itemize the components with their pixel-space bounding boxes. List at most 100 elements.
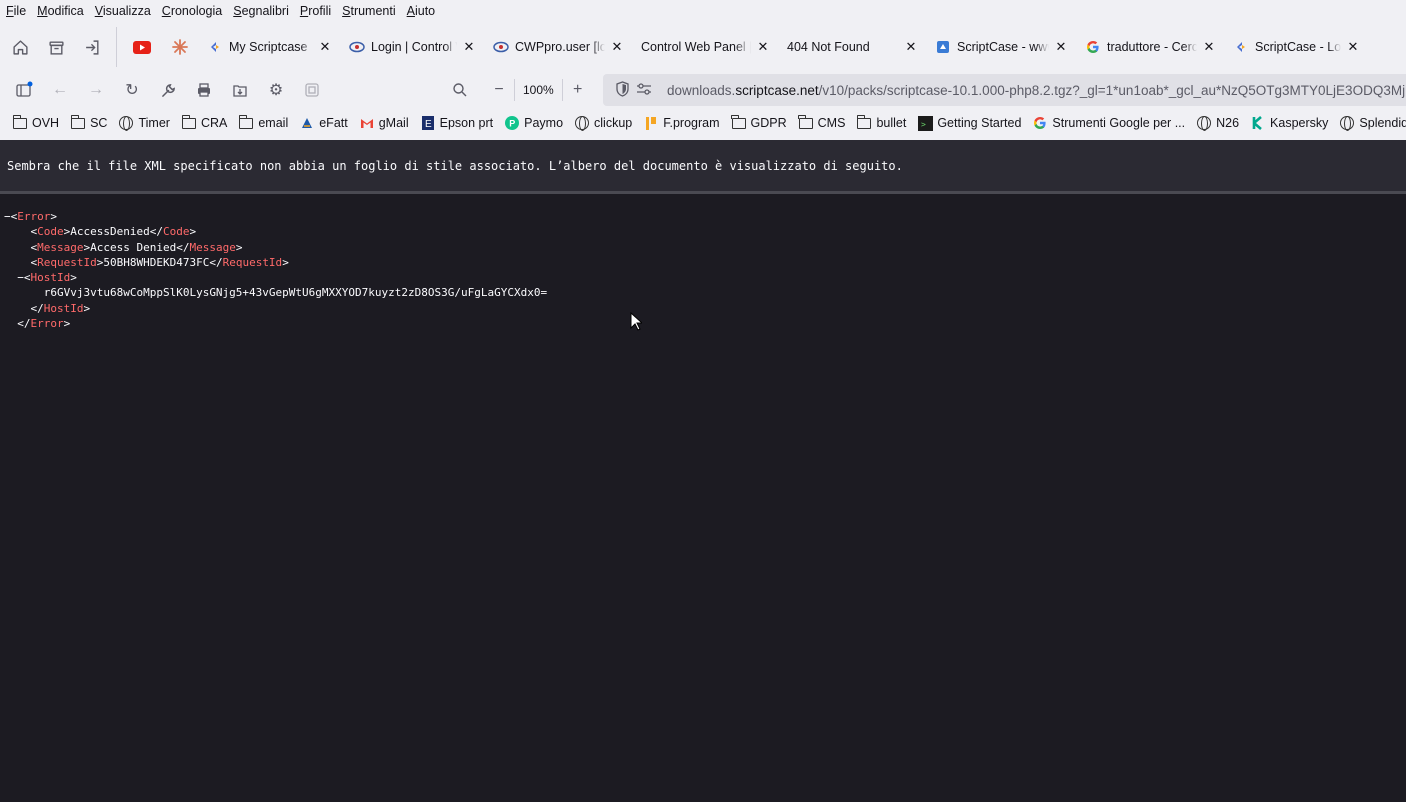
paymo-icon: P (504, 115, 520, 131)
sidebar-toggle-icon[interactable] (6, 74, 42, 106)
bookmark-n26[interactable]: N26 (1196, 115, 1239, 131)
folder-icon (12, 114, 28, 131)
bookmark-label: email (258, 116, 289, 130)
tab-scriptcase-login[interactable]: ScriptCase - Logi ✕ (1225, 29, 1369, 65)
wrench-icon[interactable] (150, 74, 186, 106)
print-icon[interactable] (186, 74, 222, 106)
bookmark-sc[interactable]: SC (70, 114, 107, 131)
close-icon[interactable]: ✕ (1345, 39, 1361, 55)
archive-icon[interactable] (38, 29, 74, 65)
bookmark-splendide-imm[interactable]: Splendide imm (1339, 115, 1406, 131)
zoom-level[interactable]: 100% (514, 79, 563, 101)
close-icon[interactable]: ✕ (609, 39, 625, 55)
bookmark-label: bullet (876, 116, 907, 130)
close-icon[interactable]: ✕ (755, 39, 771, 55)
globe-icon (1196, 115, 1212, 131)
cwp-icon (493, 39, 509, 55)
zoom-in-icon[interactable]: + (563, 74, 593, 106)
claude-pinned-tab[interactable] (161, 29, 199, 65)
bookmark-email[interactable]: email (238, 114, 289, 131)
google-icon (1032, 115, 1048, 131)
menu-segnalibri[interactable]: Segnalibri (233, 4, 289, 18)
scriptcase-icon (207, 39, 223, 55)
close-icon[interactable]: ✕ (317, 39, 333, 55)
bookmark-gmail[interactable]: gMail (359, 115, 409, 131)
shield-icon[interactable] (611, 80, 633, 100)
folder-icon (731, 114, 747, 131)
tab-cwppro-user[interactable]: CWPpro.user [lot ✕ (485, 29, 633, 65)
bookmark-cms[interactable]: CMS (798, 114, 846, 131)
menu-aiuto[interactable]: Aiuto (407, 4, 436, 18)
bookmark-ovh[interactable]: OVH (12, 114, 59, 131)
scriptcase-blue-icon (935, 39, 951, 55)
bookmark-epson-prt[interactable]: E Epson prt (420, 115, 494, 131)
back-icon[interactable]: ← (42, 74, 78, 106)
menu-visualizza[interactable]: Visualizza (95, 4, 151, 18)
search-icon[interactable] (442, 74, 478, 106)
forward-icon[interactable]: → (78, 74, 114, 106)
close-icon[interactable]: ✕ (903, 39, 919, 55)
bookmark-f-program[interactable]: F.program (643, 115, 720, 131)
bookmark-getting-started[interactable]: > Getting Started (917, 115, 1021, 131)
login-icon[interactable] (74, 29, 110, 65)
menu-cronologia[interactable]: Cronologia (162, 4, 222, 18)
bookmark-kaspersky[interactable]: Kaspersky (1250, 115, 1328, 131)
bookmark-label: Epson prt (439, 116, 494, 130)
settings-gear-icon[interactable]: ⚙ (258, 74, 294, 106)
save-page-icon[interactable] (222, 74, 258, 106)
folder-icon (238, 114, 254, 131)
bookmark-cra[interactable]: CRA (181, 114, 228, 131)
tab-login-control[interactable]: Login | Control W ✕ (341, 29, 485, 65)
tab-separator (116, 27, 117, 67)
svg-text:P: P (509, 119, 515, 129)
xml-error-open[interactable]: −<Error> (4, 209, 1406, 224)
reload-icon[interactable]: ↻ (114, 74, 150, 106)
kaspersky-icon (1250, 115, 1266, 131)
xml-error-close: </Error> (4, 317, 71, 331)
bookmark-label: CRA (200, 116, 228, 130)
bookmark-label: CMS (817, 116, 846, 130)
menu-bar: File Modifica Visualizza Cronologia Segn… (0, 0, 1406, 22)
close-icon[interactable]: ✕ (461, 39, 477, 55)
bookmark-paymo[interactable]: P Paymo (504, 115, 563, 131)
url-bar[interactable]: downloads.scriptcase.net/v10/packs/scrip… (603, 74, 1406, 106)
bookmark-label: F.program (663, 116, 720, 130)
home-icon[interactable] (2, 29, 38, 65)
close-icon[interactable]: ✕ (1053, 39, 1069, 55)
youtube-pinned-tab[interactable] (123, 29, 161, 65)
menu-strumenti[interactable]: Strumenti (342, 4, 396, 18)
xml-hostid-open[interactable]: −<HostId> (4, 270, 1406, 285)
tab-traduttore[interactable]: traduttore - Cerc ✕ (1077, 29, 1225, 65)
bookmark-timer[interactable]: Timer (118, 115, 170, 131)
bookmark-clickup[interactable]: clickup (574, 115, 632, 131)
bookmark-strumenti-google-per[interactable]: Strumenti Google per ... (1032, 115, 1185, 131)
bookmark-label: Paymo (524, 116, 564, 130)
extension-icon[interactable] (294, 74, 330, 106)
tab-scriptcase-www[interactable]: ScriptCase - www ✕ (927, 29, 1077, 65)
bookmark-label: clickup (594, 116, 633, 130)
xml-requestid: <RequestId>50BH8WHDEKD473FC</RequestId> (4, 255, 289, 269)
xml-code: <Code>AccessDenied</Code> (4, 225, 197, 239)
zoom-out-icon[interactable]: − (484, 74, 514, 106)
bookmark-label: Splendide imm (1359, 116, 1406, 130)
url-text[interactable]: downloads.scriptcase.net/v10/packs/scrip… (667, 83, 1406, 98)
close-icon[interactable]: ✕ (1201, 39, 1217, 55)
folder-icon (70, 114, 86, 131)
tab-404-not-found[interactable]: 404 Not Found ✕ (779, 29, 927, 65)
site-info-icon[interactable] (633, 82, 655, 98)
tab-control-web-panel[interactable]: Control Web Panel [C ✕ (633, 29, 779, 65)
bookmark-label: Kaspersky (1270, 116, 1329, 130)
tab-my-scriptcase[interactable]: My Scriptcase ✕ (199, 29, 341, 65)
bookmark-efatt[interactable]: eFatt (299, 115, 348, 131)
bookmark-label: Timer (138, 116, 170, 130)
zoom-controls: − 100% + (484, 74, 593, 106)
bookmark-bullet[interactable]: bullet (856, 114, 907, 131)
xml-hostid-value: r6GVvj3vtu68wCoMppSlK0LysGNjg5+43vGepWtU… (43, 286, 548, 300)
bookmark-gdpr[interactable]: GDPR (731, 114, 787, 131)
globe-icon (574, 115, 590, 131)
menu-profili[interactable]: Profili (300, 4, 331, 18)
scriptcase-icon (1233, 39, 1249, 55)
menu-file[interactable]: File (6, 4, 26, 18)
bookmarks-bar: OVH SC Timer CRA email eFatt gMail E Epson prt P P… (0, 108, 1406, 138)
menu-modifica[interactable]: Modifica (37, 4, 84, 18)
